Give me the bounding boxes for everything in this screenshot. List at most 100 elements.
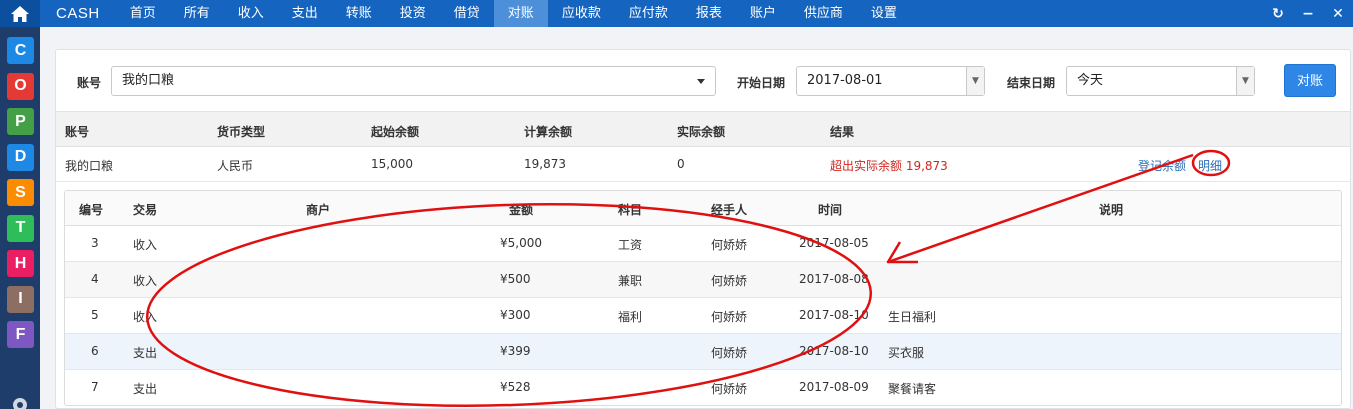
cell-date: 2017-08-05: [799, 236, 869, 250]
refresh-icon[interactable]: ↻: [1263, 6, 1293, 22]
col-note: 说明: [1099, 203, 1124, 217]
cell-category: 兼职: [618, 274, 643, 288]
cell-date: 2017-08-08: [799, 272, 869, 286]
sidebar-app-icon-i[interactable]: I: [7, 285, 34, 313]
summary-currency: 人民币: [217, 159, 254, 173]
cell-category: 工资: [618, 238, 643, 252]
table-row[interactable]: 4 收入 ¥500 兼职 何娇娇 2017-08-08: [65, 262, 1341, 298]
table-row[interactable]: 7 支出 ¥528 何娇娇 2017-08-09 聚餐请客: [65, 370, 1341, 405]
cell-type: 收入: [133, 310, 158, 324]
col-date: 时间: [818, 203, 843, 217]
nav-item-6[interactable]: 借贷: [440, 0, 494, 27]
cell-note: 聚餐请客: [888, 382, 937, 396]
cell-id: 6: [91, 344, 99, 358]
account-select-value: 我的口粮: [122, 73, 175, 88]
close-icon[interactable]: ✕: [1323, 6, 1353, 22]
table-row[interactable]: 3 收入 ¥5,000 工资 何娇娇 2017-08-05: [65, 226, 1341, 262]
app-brand: CASH: [56, 5, 100, 22]
home-icon[interactable]: [0, 0, 40, 27]
summary-account: 我的口粮: [65, 159, 114, 173]
cell-note: 买衣服: [888, 346, 925, 360]
end-date-label: 结束日期: [1007, 76, 1056, 90]
cell-handler: 何娇娇: [711, 346, 748, 360]
register-balance-link[interactable]: 登记余额: [1138, 157, 1186, 174]
main-nav: 首页 所有 收入 支出 转账 投资 借贷 对账 应收款 应付款 报表 账户 供应商 设置: [116, 0, 911, 27]
sidebar-app-icon-s[interactable]: S: [7, 179, 34, 206]
top-nav-bar: CASH 首页 所有 收入 支出 转账 投资 借贷 对账 应收款 应付款 报表 账户 供应商 设置 ↻ −…: [0, 0, 1353, 27]
filter-bar: 账号 我的口粮 开始日期 2017-08-01 ▼ 结束日期 今天 ▼ 对账: [56, 50, 1350, 111]
nav-item-1[interactable]: 所有: [170, 0, 224, 27]
col-result: 结果: [830, 125, 855, 139]
col-handler: 经手人: [711, 203, 748, 217]
table-row[interactable]: 5 收入 ¥300 福利 何娇娇 2017-08-10 生日福利: [65, 298, 1341, 334]
nav-item-5[interactable]: 投资: [386, 0, 440, 27]
col-actual-balance: 实际余额: [677, 125, 726, 139]
cell-type: 支出: [133, 382, 158, 396]
sidebar-app-icon-p[interactable]: P: [7, 108, 34, 135]
summary-header: 账号 货币类型 起始余额 计算余额 实际余额 结果: [56, 111, 1350, 147]
app-sidebar: COPDSTHIF: [0, 27, 40, 409]
chevron-down-icon[interactable]: ▼: [1236, 67, 1254, 95]
summary-result: 超出实际余额 19,873: [830, 159, 948, 173]
nav-item-3[interactable]: 支出: [278, 0, 332, 27]
cell-amount: ¥500: [500, 272, 531, 286]
minimize-icon[interactable]: −: [1293, 6, 1323, 22]
col-calc-balance: 计算余额: [524, 125, 573, 139]
cell-id: 7: [91, 380, 99, 394]
cell-handler: 何娇娇: [711, 382, 748, 396]
col-account: 账号: [65, 125, 90, 139]
sidebar-app-icon-h[interactable]: H: [7, 250, 34, 277]
sidebar-app-icon-f[interactable]: F: [7, 321, 34, 348]
col-currency: 货币类型: [217, 125, 266, 139]
nav-item-2[interactable]: 收入: [224, 0, 278, 27]
cell-date: 2017-08-09: [799, 380, 869, 394]
nav-item-8[interactable]: 应收款: [548, 0, 615, 27]
cell-date: 2017-08-10: [799, 308, 869, 322]
cell-id: 5: [91, 308, 99, 322]
cell-handler: 何娇娇: [711, 238, 748, 252]
detail-table: 编号 交易 商户 金额 科目 经手人 时间 说明 3 收入 ¥5,000 工资 何娇娇 2…: [64, 190, 1342, 406]
summary-actual-balance: 0: [677, 157, 685, 171]
start-date-value: 2017-08-01: [807, 73, 883, 88]
cell-id: 3: [91, 236, 99, 250]
nav-item-11[interactable]: 账户: [736, 0, 790, 27]
nav-item-10[interactable]: 报表: [682, 0, 736, 27]
account-select[interactable]: 我的口粮: [111, 66, 716, 96]
cell-amount: ¥300: [500, 308, 531, 322]
cell-handler: 何娇娇: [711, 310, 748, 324]
col-id: 编号: [79, 203, 104, 217]
house-icon: [11, 5, 29, 22]
cell-id: 4: [91, 272, 99, 286]
sidebar-app-icon-t[interactable]: T: [7, 214, 34, 242]
cell-handler: 何娇娇: [711, 274, 748, 288]
summary-calc-balance: 19,873: [524, 157, 566, 171]
col-merchant: 商户: [306, 203, 331, 217]
sidebar-app-icon-c[interactable]: C: [7, 37, 34, 64]
window-controls: ↻ − ✕: [1263, 0, 1353, 27]
nav-item-7[interactable]: 对账: [493, 0, 548, 27]
reconcile-panel: 账号 我的口粮 开始日期 2017-08-01 ▼ 结束日期 今天 ▼ 对账 账…: [55, 49, 1351, 409]
start-date-label: 开始日期: [737, 76, 786, 90]
cell-type: 收入: [133, 274, 158, 288]
sidebar-app-icon-o[interactable]: O: [7, 72, 34, 100]
nav-item-4[interactable]: 转账: [332, 0, 386, 27]
end-date-input[interactable]: 今天 ▼: [1066, 66, 1255, 96]
nav-item-13[interactable]: 设置: [857, 0, 911, 27]
start-date-input[interactable]: 2017-08-01 ▼: [796, 66, 985, 96]
reconcile-button[interactable]: 对账: [1284, 64, 1336, 97]
table-row[interactable]: 6 支出 ¥399 何娇娇 2017-08-10 买衣服: [65, 334, 1341, 370]
cell-type: 支出: [133, 346, 158, 360]
cell-category: 福利: [618, 310, 643, 324]
summary-row: 我的口粮 人民币 15,000 19,873 0 超出实际余额 19,873 登…: [56, 147, 1350, 182]
nav-item-9[interactable]: 应付款: [615, 0, 682, 27]
cell-note: 生日福利: [888, 310, 937, 324]
detail-link[interactable]: 明细: [1198, 157, 1222, 174]
sidebar-app-icon-d[interactable]: D: [7, 143, 34, 171]
chevron-down-icon[interactable]: ▼: [966, 67, 984, 95]
nav-item-12[interactable]: 供应商: [790, 0, 857, 27]
nav-item-0[interactable]: 首页: [116, 0, 170, 27]
summary-start-balance: 15,000: [371, 157, 413, 171]
detail-header: 编号 交易 商户 金额 科目 经手人 时间 说明: [65, 191, 1341, 226]
gear-icon[interactable]: [10, 395, 30, 409]
cell-type: 收入: [133, 238, 158, 252]
